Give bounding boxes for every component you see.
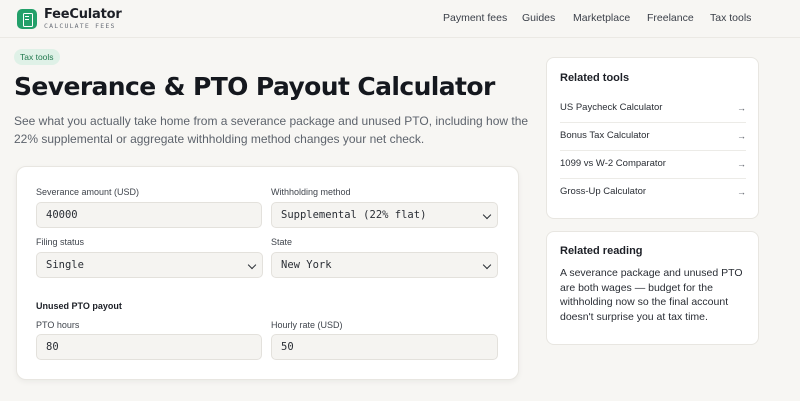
related-tool-link[interactable]: 1099 vs W-2 Comparator → <box>560 150 746 178</box>
filing-status-value: Single <box>46 259 84 271</box>
nav-link-tax-tools[interactable]: Tax tools <box>710 12 751 24</box>
related-tool-label: US Paycheck Calculator <box>560 102 663 113</box>
related-tool-label: Gross-Up Calculator <box>560 186 647 197</box>
hourly-rate-input[interactable]: 50 <box>271 334 498 360</box>
related-tools-card: Related tools US Paycheck Calculator → B… <box>546 57 759 219</box>
state-select[interactable]: New York <box>271 252 498 278</box>
arrow-right-icon: → <box>737 103 746 113</box>
withholding-method-select[interactable]: Supplemental (22% flat) <box>271 202 498 228</box>
category-tag[interactable]: Tax tools <box>14 49 60 65</box>
brand-text: FeeCulator CALCULATE FEES <box>44 8 122 30</box>
related-reading-card: Related reading A severance package and … <box>546 231 759 345</box>
related-tool-label: Bonus Tax Calculator <box>560 130 650 141</box>
withholding-method-value: Supplemental (22% flat) <box>281 209 427 221</box>
chevron-down-icon <box>482 210 492 220</box>
related-tool-link[interactable]: Bonus Tax Calculator → <box>560 122 746 150</box>
brand-name: FeeCulator <box>44 7 122 22</box>
brand-tagline: CALCULATE FEES <box>44 22 116 30</box>
nav-link-guides[interactable]: Guides <box>522 12 555 24</box>
top-navigation-bar: FeeCulator CALCULATE FEES Payment fees G… <box>0 0 800 38</box>
related-tool-link[interactable]: US Paycheck Calculator → <box>560 94 746 122</box>
pto-section-heading: Unused PTO payout <box>36 301 122 311</box>
filing-status-label: Filing status <box>36 237 85 247</box>
related-reading-body: A severance package and unused PTO are b… <box>560 267 743 323</box>
pto-hours-input[interactable]: 80 <box>36 334 262 360</box>
related-tools-title: Related tools <box>560 72 630 84</box>
page-title: Severance & PTO Payout Calculator <box>14 72 495 101</box>
nav-link-freelance[interactable]: Freelance <box>647 12 694 24</box>
chevron-down-icon <box>247 260 257 270</box>
nav-link-payment-fees[interactable]: Payment fees <box>443 12 507 24</box>
arrow-right-icon: → <box>737 159 746 169</box>
page-subtitle: See what you actually take home from a s… <box>14 114 529 146</box>
withholding-method-label: Withholding method <box>271 187 351 197</box>
severance-amount-label: Severance amount (USD) <box>36 187 140 197</box>
nav-link-marketplace[interactable]: Marketplace <box>573 12 630 24</box>
calculator-form-card: Severance amount (USD) 40000 Withholding… <box>16 166 519 380</box>
pto-hours-label: PTO hours <box>36 320 80 330</box>
arrow-right-icon: → <box>737 131 746 141</box>
state-value: New York <box>281 259 332 271</box>
related-reading-title: Related reading <box>560 245 643 257</box>
hourly-rate-label: Hourly rate (USD) <box>271 320 343 330</box>
arrow-right-icon: → <box>737 187 746 197</box>
severance-amount-input[interactable]: 40000 <box>36 202 262 228</box>
related-tool-link[interactable]: Gross-Up Calculator → <box>560 178 746 206</box>
brand-logo[interactable]: FeeCulator CALCULATE FEES <box>17 8 122 30</box>
calculator-icon <box>17 8 37 29</box>
filing-status-select[interactable]: Single <box>36 252 263 278</box>
state-label: State <box>271 237 293 247</box>
related-tool-label: 1099 vs W-2 Comparator <box>560 158 666 169</box>
chevron-down-icon <box>482 260 492 270</box>
